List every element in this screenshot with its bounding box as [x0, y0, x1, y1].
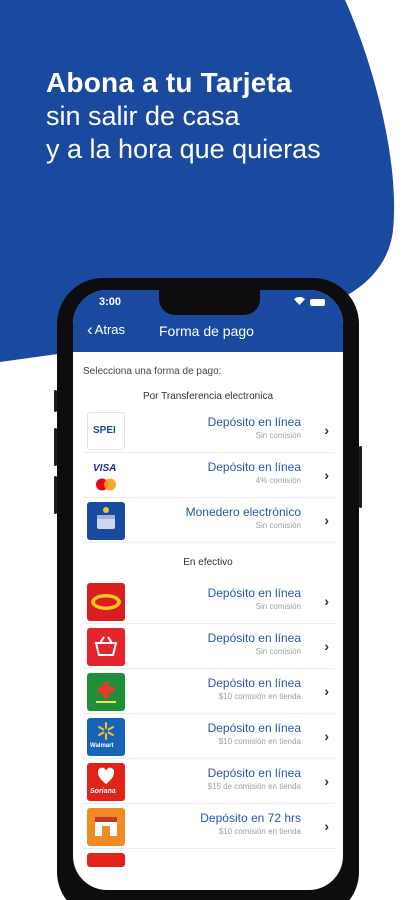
payment-option-oxxo[interactable]: Depósito en línea Sin comisión › — [83, 580, 335, 624]
chevron-right-icon: › — [324, 773, 329, 789]
chevron-right-icon: › — [324, 728, 329, 744]
status-icons — [294, 297, 325, 307]
option-label: Depósito en 72 hrs — [200, 811, 301, 825]
section-transfer-title: Por Transferencia electronica — [142, 391, 274, 402]
chevron-right-icon: › — [324, 512, 329, 528]
mastercard-icon — [96, 478, 116, 491]
payment-option-card[interactable]: VISA Depósito en línea 4% comisión › — [83, 454, 335, 498]
payment-option-spei[interactable]: SPEI Depósito en línea Sin comisión › — [83, 409, 335, 453]
payment-option-farmacias[interactable]: Depósito en línea $10 comisión en tienda… — [83, 670, 335, 714]
option-commission: Sin comisión — [255, 431, 301, 440]
phone-power-button — [359, 446, 362, 508]
soriana-logo: Soriana — [87, 763, 125, 801]
option-label: Depósito en línea — [207, 586, 301, 600]
oxxo-logo — [87, 583, 125, 621]
page-title: Forma de pago — [159, 323, 254, 339]
option-commission: $15 de comisión en tienda — [207, 782, 301, 791]
oxxo-icon — [91, 594, 121, 610]
battery-icon — [310, 298, 325, 306]
option-commission: $10 comisión en tienda — [218, 737, 301, 746]
option-commission: Sin comisión — [255, 647, 301, 656]
payment-option-store[interactable]: Depósito en 72 hrs $10 comisión en tiend… — [83, 805, 335, 849]
walmart-logo: Walmart — [87, 718, 125, 756]
partial-logo — [87, 853, 125, 867]
option-label: Depósito en línea — [207, 415, 301, 429]
option-label: Depósito en línea — [207, 460, 301, 474]
phone-screen: 3:00 ‹ Atras Forma de pago Selecciona un… — [73, 290, 343, 890]
status-time: 3:00 — [99, 296, 122, 308]
payment-option-walmart[interactable]: Walmart Depósito en línea $10 comisión e… — [83, 715, 335, 759]
section-cash-title: En efectivo — [183, 557, 233, 568]
spei-logo: SPEI — [87, 412, 125, 450]
promo-headline: Abona a tu Tarjeta sin salir de casa y a… — [46, 66, 321, 166]
option-label: Depósito en línea — [207, 766, 301, 780]
payment-option-wallet[interactable]: Monedero electrónico Sin comisión › — [83, 499, 335, 543]
chevron-left-icon: ‹ — [87, 319, 93, 339]
back-label: Atras — [94, 322, 126, 337]
option-commission: 4% comisión — [255, 476, 301, 485]
seven-eleven-logo — [87, 628, 125, 666]
chevron-right-icon: › — [324, 638, 329, 654]
cross-icon — [96, 682, 116, 703]
store-logo — [87, 808, 125, 846]
store-icon — [95, 817, 117, 836]
app-header: 3:00 ‹ Atras Forma de pago — [73, 290, 343, 352]
visa-text: VISA — [93, 463, 117, 474]
payment-option-partial[interactable] — [83, 850, 335, 890]
wallet-icon — [97, 507, 115, 529]
back-button[interactable]: ‹ Atras — [87, 319, 126, 339]
option-label: Depósito en línea — [207, 676, 301, 690]
chevron-right-icon: › — [324, 467, 329, 483]
option-commission: $10 comisión en tienda — [218, 827, 301, 836]
phone-side-button — [54, 390, 57, 412]
spei-logo-text: SPEI — [93, 425, 116, 436]
option-commission: Sin comisión — [255, 521, 301, 530]
visa-mastercard-logo: VISA — [87, 457, 125, 495]
headline-line-3: y a la hora que quieras — [46, 134, 321, 164]
farmacias-logo — [87, 673, 125, 711]
payment-prompt: Selecciona una forma de pago: — [83, 366, 222, 377]
phone-volume-up — [54, 428, 57, 466]
chevron-right-icon: › — [324, 593, 329, 609]
wifi-icon — [294, 297, 305, 307]
phone-notch — [159, 290, 260, 315]
wallet-logo — [87, 502, 125, 540]
soriana-text: Soriana — [90, 788, 116, 795]
option-label: Monedero electrónico — [185, 505, 301, 519]
spark-icon — [98, 722, 114, 740]
chevron-right-icon: › — [324, 422, 329, 438]
option-label: Depósito en línea — [207, 721, 301, 735]
headline-line-1: Abona a tu Tarjeta — [46, 67, 292, 98]
option-commission: Sin comisión — [255, 602, 301, 611]
payment-option-seven-eleven[interactable]: Depósito en línea Sin comisión › — [83, 625, 335, 669]
walmart-text: Walmart — [90, 743, 114, 749]
option-commission: $10 comisión en tienda — [218, 692, 301, 701]
option-label: Depósito en línea — [207, 631, 301, 645]
phone-volume-down — [54, 476, 57, 514]
heart-icon — [98, 767, 114, 784]
chevron-right-icon: › — [324, 683, 329, 699]
headline-line-2: sin salir de casa — [46, 101, 240, 131]
payment-option-soriana[interactable]: Soriana Depósito en línea $15 de comisió… — [83, 760, 335, 804]
basket-icon — [94, 636, 118, 656]
chevron-right-icon: › — [324, 818, 329, 834]
